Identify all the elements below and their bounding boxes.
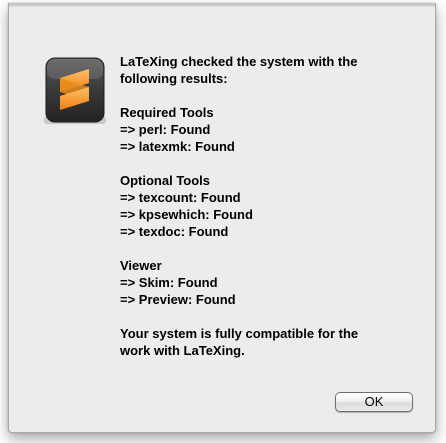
viewer-item: => Skim: Found (120, 275, 218, 290)
optional-tools-heading: Optional Tools (120, 173, 211, 188)
viewer-item: => Preview: Found (120, 292, 236, 307)
intro-line: following results: (120, 71, 228, 86)
alert-dialog: LaTeXing checked the system with the fol… (8, 3, 436, 433)
intro-line: LaTeXing checked the system with the (120, 54, 358, 69)
sublime-text-icon (44, 57, 106, 124)
conclusion-line: work with LaTeXing. (120, 343, 245, 358)
required-tool-item: => perl: Found (120, 122, 211, 137)
optional-tool-item: => kpsewhich: Found (120, 207, 253, 222)
conclusion-line: Your system is fully compatible for the (120, 326, 359, 341)
dialog-top-edge (9, 4, 435, 7)
optional-tool-item: => texcount: Found (120, 190, 241, 205)
alert-message: LaTeXing checked the system with the fol… (120, 53, 420, 359)
required-tools-heading: Required Tools (120, 105, 214, 120)
viewer-heading: Viewer (120, 258, 162, 273)
ok-button[interactable]: OK (335, 392, 413, 412)
optional-tool-item: => texdoc: Found (120, 224, 229, 239)
required-tool-item: => latexmk: Found (120, 139, 235, 154)
